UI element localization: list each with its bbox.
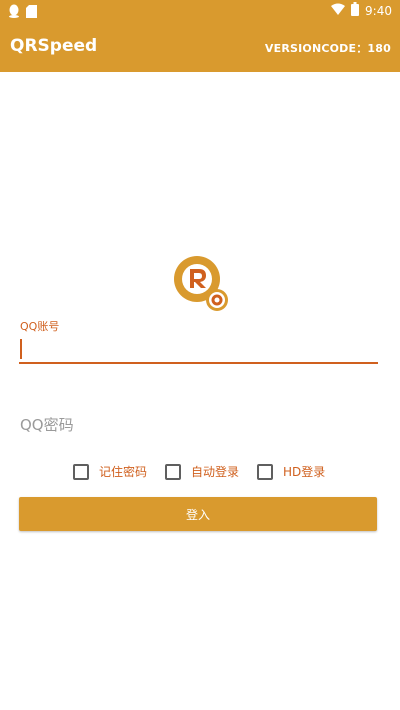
app-logo-icon xyxy=(173,255,229,313)
status-time: 9:40 xyxy=(365,3,392,18)
remember-password-checkbox[interactable] xyxy=(73,463,89,480)
login-options: 记住密码 自动登录 HD登录 xyxy=(73,463,343,480)
text-cursor xyxy=(20,339,22,359)
auto-login-checkbox[interactable] xyxy=(165,463,182,480)
hd-login-option[interactable]: HD登录 xyxy=(257,463,325,480)
version-code: VERSIONCODE：180 xyxy=(264,42,391,55)
qq-account-input[interactable] xyxy=(19,334,378,364)
hd-login-label: HD登录 xyxy=(283,465,326,479)
qq-password-input[interactable] xyxy=(19,410,378,440)
status-bar: 9:40 xyxy=(0,0,400,20)
battery-icon xyxy=(351,2,360,19)
auto-login-label: 自动登录 xyxy=(191,465,240,479)
status-bar-system: 9:40 xyxy=(331,2,392,19)
qq-account-label: QQ账号 xyxy=(20,320,60,333)
remember-password-label: 记住密码 xyxy=(99,465,148,479)
wifi-icon xyxy=(331,3,346,18)
login-button[interactable]: 登入 xyxy=(19,497,377,531)
app-title: QRSpeed xyxy=(10,36,98,56)
remember-password-option[interactable]: 记住密码 xyxy=(73,463,147,480)
hd-login-checkbox[interactable] xyxy=(257,463,274,480)
app-bar: QRSpeed VERSIONCODE：180 xyxy=(0,20,400,72)
auto-login-option[interactable]: 自动登录 xyxy=(165,463,239,480)
